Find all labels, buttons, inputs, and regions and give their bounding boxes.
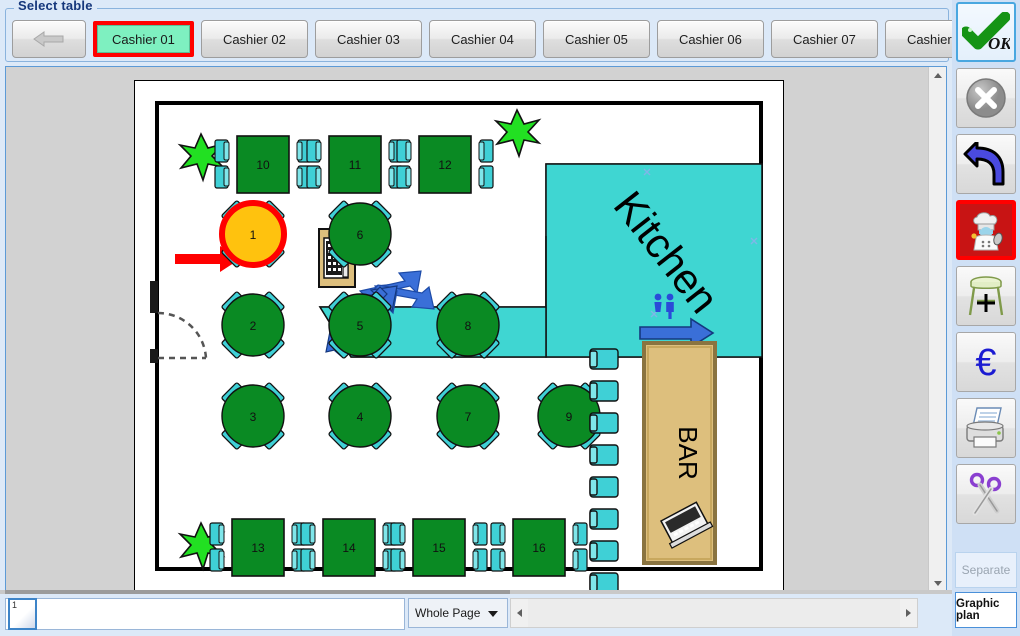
bar-label: BAR bbox=[673, 426, 703, 479]
tab-cashier-07[interactable]: Cashier 07 bbox=[770, 20, 878, 58]
tab-cashier-02-label: Cashier 02 bbox=[222, 31, 286, 47]
scroll-up-icon bbox=[933, 73, 942, 78]
separate-button[interactable]: Separate bbox=[955, 552, 1017, 588]
print-button[interactable] bbox=[956, 398, 1016, 458]
round-table-2[interactable]: 2 bbox=[221, 291, 285, 359]
tab-cashier-06-label: Cashier 06 bbox=[678, 31, 742, 47]
floorplan-page: Kitchen 10 11 12 13 14 15 16 1 6 2 5 8 3… bbox=[134, 80, 785, 592]
page-number-label: 1 bbox=[10, 600, 35, 628]
round-table-7-label: 7 bbox=[465, 410, 472, 424]
rect-table-11-label: 11 bbox=[349, 158, 362, 172]
separate-button-label: Separate bbox=[961, 563, 1011, 577]
tab-cashier-03[interactable]: Cashier 03 bbox=[314, 20, 422, 58]
tab-cashier-05-label: Cashier 05 bbox=[564, 31, 628, 47]
ok-button-label: OK bbox=[988, 34, 1010, 52]
prev-page-button[interactable] bbox=[12, 20, 86, 58]
round-table-8-label: 8 bbox=[465, 319, 472, 333]
cashier-tab-strip: Cashier 01 Cashier 02 Cashier 03 Cashier… bbox=[12, 20, 1020, 58]
zoom-select[interactable]: Whole Page bbox=[408, 598, 508, 628]
rect-table-11: 11 bbox=[306, 135, 404, 194]
scroll-right-icon bbox=[906, 609, 911, 617]
bar-area: BAR bbox=[589, 341, 717, 592]
rect-table-14-label: 14 bbox=[342, 541, 356, 555]
floorplan-graphics[interactable]: Kitchen 10 11 12 13 14 15 16 1 6 2 5 8 3… bbox=[135, 81, 785, 592]
scroll-right-button[interactable] bbox=[900, 599, 917, 627]
check-icon: OK bbox=[962, 12, 1010, 52]
round-table-5-label: 5 bbox=[357, 319, 364, 333]
round-table-5[interactable]: 5 bbox=[328, 291, 392, 359]
close-circle-icon bbox=[966, 78, 1006, 118]
graphic-plan-button-label: Graphic plan bbox=[956, 598, 1000, 622]
rect-table-10: 10 bbox=[214, 135, 312, 194]
rect-table-12: 12 bbox=[396, 135, 494, 194]
scroll-left-icon bbox=[517, 609, 522, 617]
chevron-down-icon bbox=[488, 611, 498, 617]
tab-cashier-05[interactable]: Cashier 05 bbox=[542, 20, 650, 58]
printer-icon bbox=[966, 407, 1004, 448]
vertical-scrollbar[interactable] bbox=[928, 67, 946, 592]
page-thumbnail-field[interactable]: 1 bbox=[5, 598, 405, 630]
payment-button-label: € bbox=[975, 342, 996, 384]
scroll-left-button[interactable] bbox=[511, 599, 528, 627]
payment-button[interactable]: € bbox=[956, 332, 1016, 392]
floorplan-viewport[interactable]: Kitchen 10 11 12 13 14 15 16 1 6 2 5 8 3… bbox=[6, 67, 914, 592]
graphic-plan-button[interactable]: Graphic plan bbox=[955, 592, 1017, 628]
round-table-3-label: 3 bbox=[250, 410, 257, 424]
scroll-down-icon bbox=[933, 581, 942, 586]
stool-plus-icon bbox=[968, 276, 1004, 316]
round-table-1-label: 1 bbox=[250, 228, 257, 242]
round-table-7[interactable]: 7 bbox=[436, 382, 500, 450]
rect-table-12-label: 12 bbox=[438, 158, 452, 172]
round-table-2-label: 2 bbox=[250, 319, 257, 333]
rect-table-13-label: 13 bbox=[251, 541, 265, 555]
horizontal-scrollbar[interactable] bbox=[510, 598, 918, 628]
tab-cashier-07-label: Cashier 07 bbox=[792, 31, 856, 47]
rect-table-16: 16 bbox=[490, 518, 588, 577]
chef-icon bbox=[964, 208, 1008, 252]
round-table-3[interactable]: 3 bbox=[221, 382, 285, 450]
chef-button[interactable] bbox=[956, 200, 1016, 260]
rect-table-15: 15 bbox=[390, 518, 488, 577]
rect-table-15-label: 15 bbox=[432, 541, 446, 555]
rect-table-10-label: 10 bbox=[256, 158, 270, 172]
round-table-6[interactable]: 6 bbox=[328, 200, 392, 268]
left-arrow-icon bbox=[33, 31, 64, 47]
round-table-4[interactable]: 4 bbox=[328, 382, 392, 450]
tab-cashier-02[interactable]: Cashier 02 bbox=[200, 20, 308, 58]
cut-button[interactable] bbox=[956, 464, 1016, 524]
tab-cashier-01[interactable]: Cashier 01 bbox=[93, 21, 194, 57]
tab-selected-highlight: Cashier 01 bbox=[93, 21, 194, 57]
scissors-icon bbox=[969, 472, 1002, 516]
euro-icon: € bbox=[975, 342, 996, 384]
tab-cashier-04[interactable]: Cashier 04 bbox=[428, 20, 536, 58]
round-table-6-label: 6 bbox=[357, 228, 364, 242]
page-thumbnail[interactable]: 1 bbox=[8, 598, 37, 630]
round-table-4-label: 4 bbox=[357, 410, 364, 424]
ok-button[interactable]: OK bbox=[956, 2, 1016, 62]
rect-table-14: 14 bbox=[300, 518, 398, 577]
round-table-9-label: 9 bbox=[566, 410, 573, 424]
undo-button[interactable] bbox=[956, 134, 1016, 194]
page-title: Select table bbox=[14, 0, 97, 13]
tab-cashier-01-label: Cashier 01 bbox=[97, 25, 190, 53]
tab-cashier-04-label: Cashier 04 bbox=[450, 31, 514, 47]
floorplan-canvas[interactable]: Kitchen 10 11 12 13 14 15 16 1 6 2 5 8 3… bbox=[5, 66, 947, 593]
tab-cashier-06[interactable]: Cashier 06 bbox=[656, 20, 764, 58]
undo-arrow-icon bbox=[963, 142, 1005, 186]
round-table-1[interactable]: 1 bbox=[219, 200, 287, 268]
tab-cashier-03-label: Cashier 03 bbox=[336, 31, 400, 47]
add-seat-button[interactable] bbox=[956, 266, 1016, 326]
cancel-button[interactable] bbox=[956, 68, 1016, 128]
chef-button-inner bbox=[960, 204, 1012, 256]
top-toolbar: Select table Cashier 01 Cashier 02 Cashi… bbox=[0, 0, 1020, 64]
entrance-door bbox=[150, 281, 208, 363]
round-table-8[interactable]: 8 bbox=[436, 291, 500, 359]
zoom-select-value: Whole Page bbox=[415, 606, 481, 620]
action-sidebar: OK € Separate Graphic plan bbox=[952, 0, 1020, 636]
rect-table-13: 13 bbox=[209, 518, 307, 577]
scroll-up-button[interactable] bbox=[929, 67, 946, 84]
bar-stools bbox=[589, 348, 619, 592]
status-bar: 1 Whole Page bbox=[0, 594, 952, 636]
rect-table-16-label: 16 bbox=[532, 541, 546, 555]
